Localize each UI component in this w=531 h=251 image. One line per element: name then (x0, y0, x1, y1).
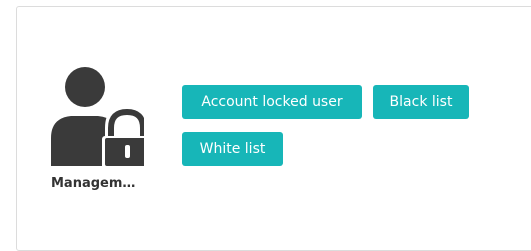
account-locked-user-button[interactable]: Account locked user (182, 85, 362, 119)
black-list-button[interactable]: Black list (373, 85, 469, 119)
white-list-button[interactable]: White list (182, 132, 283, 166)
management-label[interactable]: Managem… (51, 176, 171, 191)
user-lock-icon (51, 67, 144, 166)
